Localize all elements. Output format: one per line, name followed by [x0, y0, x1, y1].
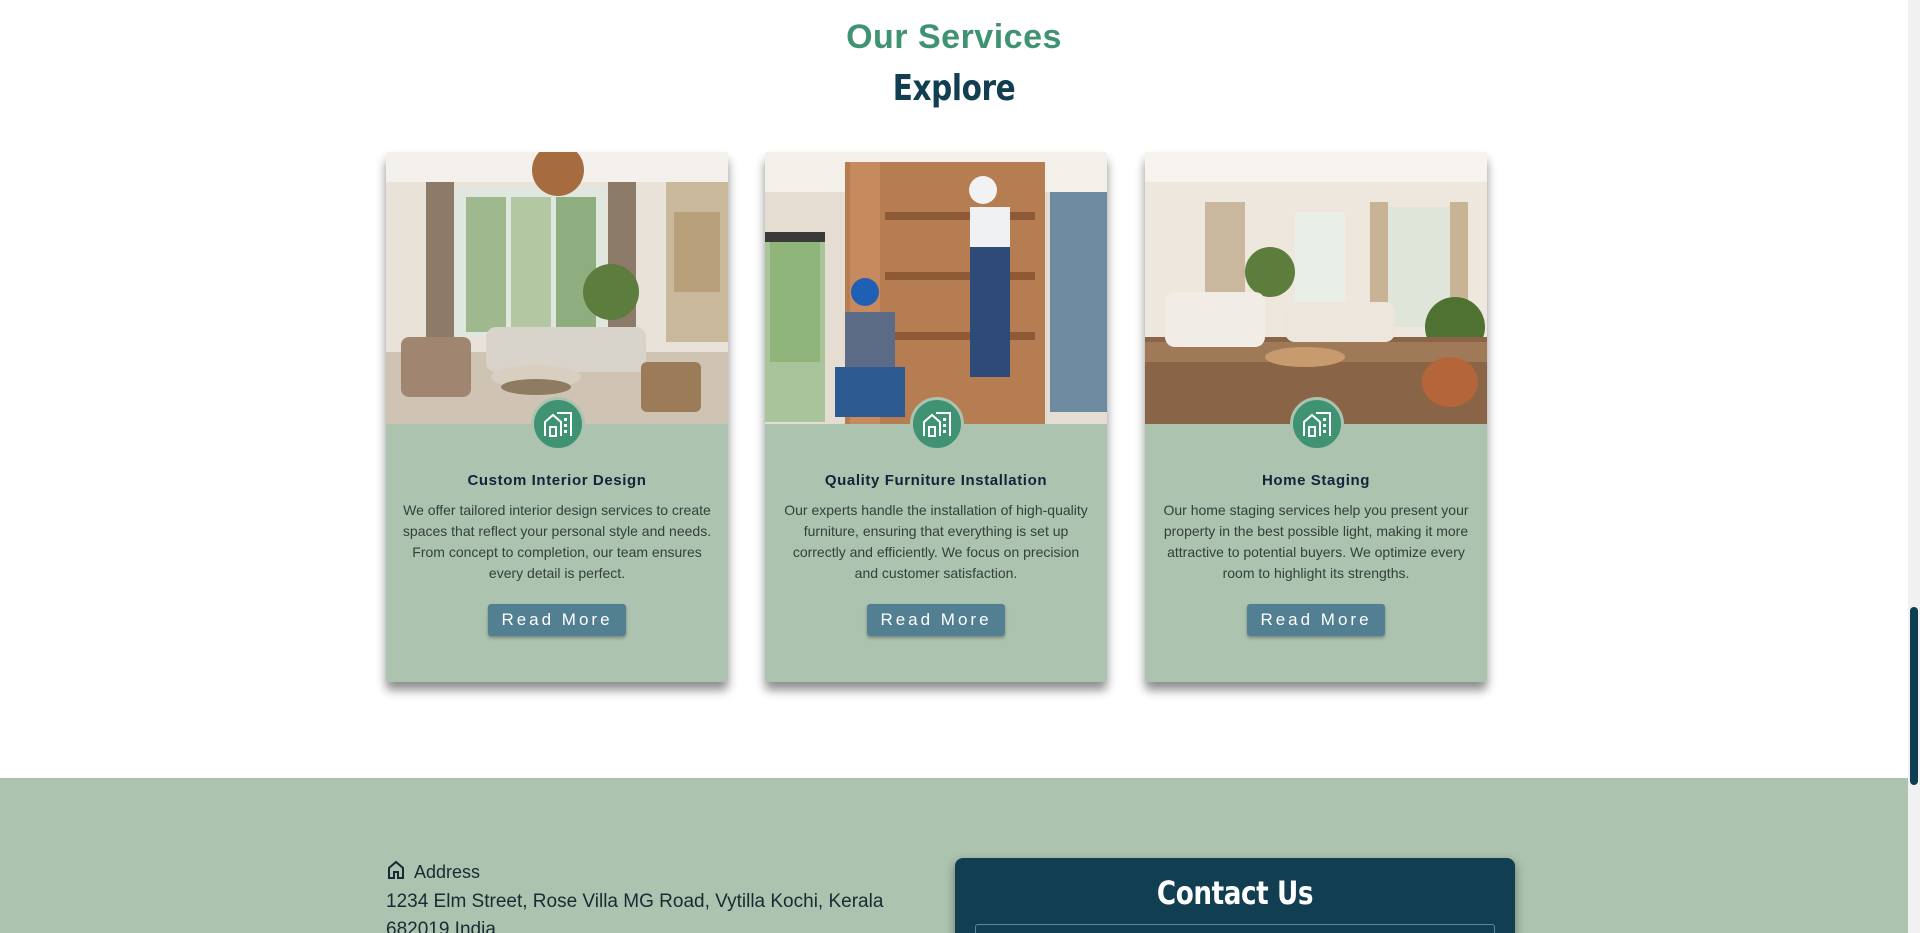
service-card-furniture-installation: Quality Furniture Installation Our exper… [765, 152, 1107, 682]
services-subtitle: Explore [892, 68, 1016, 109]
scrollbar[interactable] [1908, 0, 1920, 933]
address-heading: Address [386, 860, 480, 885]
read-more-button[interactable]: Read More [488, 604, 626, 636]
living-room-photo [386, 152, 728, 424]
address-text: 1234 Elm Street, Rose Villa MG Road, Vyt… [386, 891, 884, 933]
services-title: Our Services [846, 18, 1062, 56]
card-description: Our home staging services help you prese… [1163, 502, 1469, 581]
read-more-button[interactable]: Read More [867, 604, 1005, 636]
address-label: Address [414, 862, 481, 882]
read-more-button[interactable]: Read More [1247, 604, 1385, 636]
scrollbar-thumb[interactable] [1910, 607, 1918, 785]
building-icon [1290, 397, 1344, 451]
contact-input[interactable] [975, 924, 1495, 933]
card-description: We offer tailored interior design servic… [402, 502, 712, 581]
home-icon [386, 860, 406, 885]
building-icon [910, 397, 964, 451]
furniture-installation-photo [765, 152, 1107, 424]
card-title: Home Staging [1261, 472, 1371, 489]
page: Our Services Explore Custom Interior Des… [0, 0, 1920, 933]
staged-room-photo [1145, 152, 1487, 424]
card-title: Custom Interior Design [467, 472, 647, 489]
contact-title: Contact Us [1156, 874, 1314, 912]
service-card-interior-design: Custom Interior Design We offer tailored… [386, 152, 728, 682]
card-description: Our experts handle the installation of h… [784, 502, 1088, 581]
building-icon [531, 397, 585, 451]
card-title: Quality Furniture Installation [824, 472, 1048, 489]
footer: Address 1234 Elm Street, Rose Villa MG R… [0, 778, 1908, 933]
contact-form: Contact Us [955, 858, 1515, 933]
service-card-home-staging: Home Staging Our home staging services h… [1145, 152, 1487, 682]
